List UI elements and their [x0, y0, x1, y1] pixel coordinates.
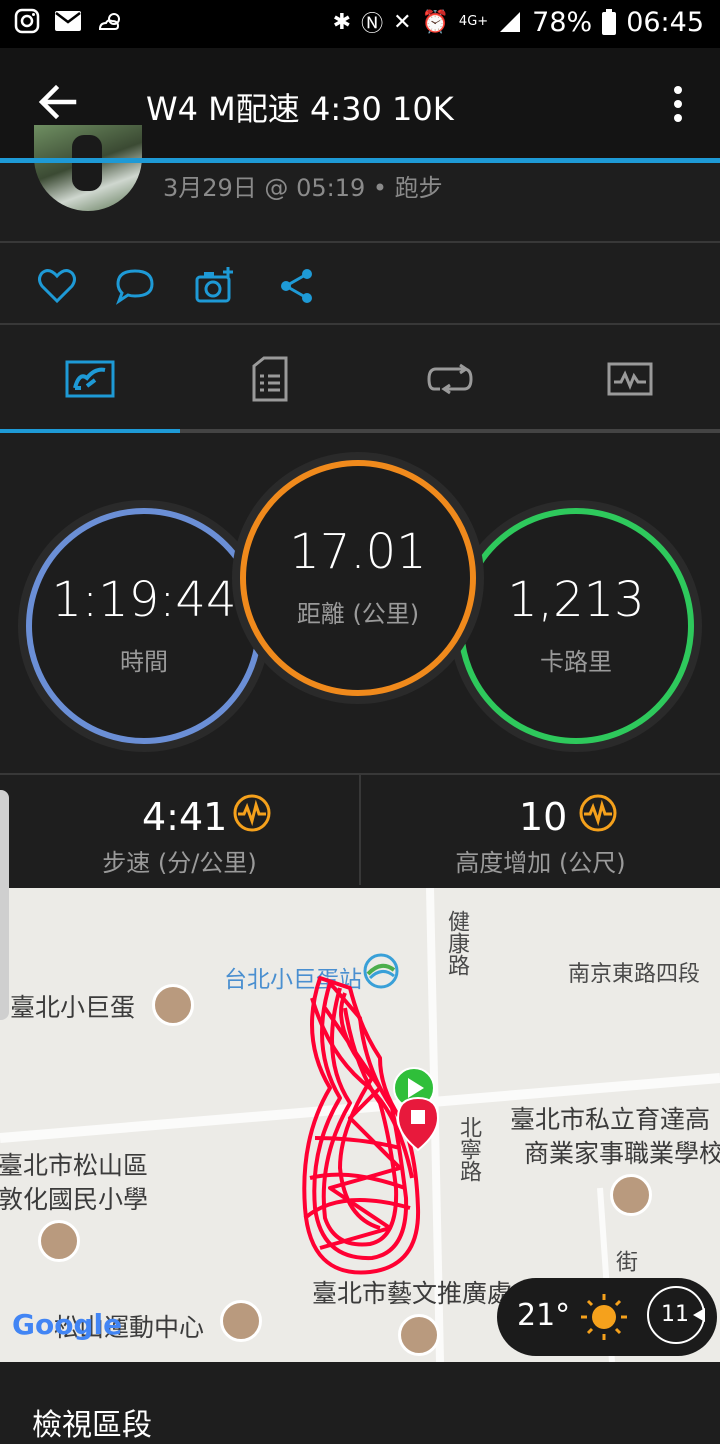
tab-details[interactable]: [180, 326, 360, 432]
like-heart-icon[interactable]: [36, 265, 78, 307]
bluetooth-icon: ✱: [332, 9, 352, 35]
pace-label: 步速 (分/公里): [102, 849, 257, 877]
elevation-stat[interactable]: 10 高度增加 (公尺): [361, 775, 720, 885]
share-icon[interactable]: [276, 265, 318, 307]
tab-charts[interactable]: [540, 326, 720, 432]
distance-label: 距離 (公里): [296, 599, 420, 628]
elevation-value: 10: [519, 795, 568, 839]
signal-icon: [500, 12, 521, 32]
weather-pill[interactable]: 21° 11: [497, 1278, 717, 1356]
social-actions: [0, 243, 720, 323]
tab-active-indicator: [0, 429, 180, 433]
edge-panel-handle[interactable]: [0, 790, 9, 1020]
stats-row: 4:41 步速 (分/公里) 10 高度增加 (公尺): [0, 775, 720, 885]
tab-summary[interactable]: [0, 326, 180, 432]
back-arrow-icon[interactable]: [34, 78, 82, 126]
time-circle: 1:19:44 時間: [26, 508, 262, 744]
divider: [0, 323, 720, 325]
pace-stat[interactable]: 4:41 步速 (分/公里): [0, 775, 359, 885]
mail-icon: [55, 11, 81, 31]
tab-laps[interactable]: [360, 326, 540, 432]
comment-icon[interactable]: [114, 265, 156, 307]
add-photo-icon[interactable]: [194, 265, 236, 307]
elevation-label: 高度增加 (公尺): [455, 849, 626, 877]
temperature: 21°: [517, 1298, 571, 1333]
clock: 06:45: [626, 6, 704, 38]
sun-icon: [581, 1294, 627, 1340]
calories-label: 卡路里: [540, 647, 612, 676]
time-label: 時間: [120, 647, 168, 676]
battery-percent: 78%: [532, 6, 593, 38]
view-laps-heading[interactable]: 檢視區段: [32, 1400, 152, 1444]
header-accent-line: [0, 158, 720, 163]
details-icon: [252, 356, 288, 402]
avatar[interactable]: [34, 125, 142, 211]
more-options-icon[interactable]: [666, 80, 690, 128]
activity-meta: 3月29日 @ 05:19 • 跑步: [163, 174, 443, 202]
alarm-icon: ⏰: [421, 9, 449, 35]
mute-icon: ✕: [393, 9, 412, 35]
tab-bar: [0, 326, 720, 432]
wind-direction-icon: [693, 1308, 705, 1322]
calories-value: 1,213: [507, 571, 645, 628]
wind-speed: 11: [661, 1302, 689, 1327]
activity-title: W4 M配速 4:30 10K: [146, 90, 454, 128]
pace-value: 4:41: [142, 795, 228, 839]
summary-icon: [65, 360, 115, 398]
wind-dial: 11: [647, 1286, 705, 1344]
chart-icon: [607, 362, 653, 396]
pulse-icon: [233, 794, 271, 832]
weather-cloud-icon: [98, 13, 120, 30]
time-value: 1:19:44: [51, 571, 237, 628]
calories-circle: 1,213 卡路里: [458, 508, 694, 744]
network-type: 4G+: [458, 14, 489, 29]
laps-icon: [427, 363, 473, 395]
pulse-icon: [579, 794, 617, 832]
distance-value: 17.01: [289, 523, 427, 580]
status-bar: ✱ Ⓝ ✕ ⏰ 4G+ 78% 06:45: [0, 0, 720, 48]
instagram-icon: [14, 8, 40, 34]
nfc-icon: Ⓝ: [361, 12, 384, 37]
distance-circle: 17.01 距離 (公里): [240, 460, 476, 696]
battery-icon: [602, 9, 617, 35]
